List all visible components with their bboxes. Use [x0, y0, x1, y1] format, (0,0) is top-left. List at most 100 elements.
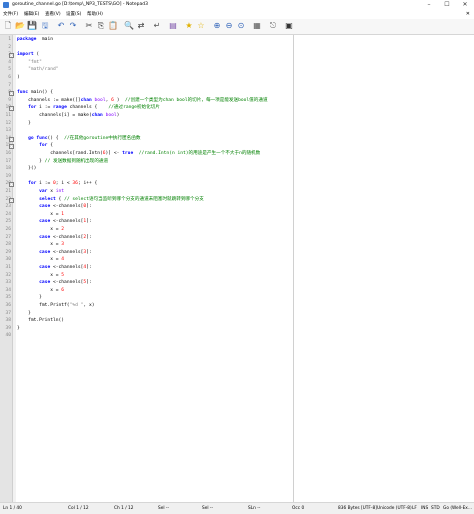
code-line[interactable]: 23 case <-channels[0]: [0, 203, 474, 211]
code-line[interactable]: 38 fmt.Println() [0, 317, 474, 325]
status-eol[interactable]: LF [412, 503, 417, 514]
minimize-button[interactable]: – [420, 0, 438, 10]
fold-toggle-icon[interactable]: □ [9, 91, 14, 97]
code-token: )] <- [105, 151, 123, 156]
code-line[interactable]: 40 [0, 332, 474, 340]
code-line[interactable]: 7 [0, 82, 474, 90]
code-line[interactable]: 28 x = 3 [0, 241, 474, 249]
copy-icon[interactable]: ⎘ [96, 21, 106, 31]
code-line[interactable]: 37 } [0, 310, 474, 318]
fold-toggle-icon[interactable]: □ [9, 53, 14, 59]
code-line[interactable]: 11 channels[i] = make(chan bool) [0, 112, 474, 120]
save-as-icon[interactable]: 🖫 [40, 21, 50, 31]
paste-icon[interactable]: 📋 [108, 21, 118, 31]
line-number: 32 [5, 272, 11, 278]
fold-toggle-icon[interactable]: □ [9, 144, 14, 150]
maximize-button[interactable]: ☐ [438, 0, 456, 10]
find-icon[interactable]: 🔍 [124, 21, 134, 31]
close-document-icon[interactable]: ✕ [466, 10, 470, 19]
favorites-icon[interactable]: ▣ [284, 21, 294, 31]
code-text: case <-channels[0]: [17, 203, 92, 211]
code-line[interactable]: 30 x = 4 [0, 256, 474, 264]
code-line[interactable]: 33 case <-channels[5]: [0, 279, 474, 287]
new-file-icon[interactable]: 🗋 [3, 21, 13, 31]
status-lexer[interactable]: Go (Well-Ex... [443, 503, 472, 514]
fold-toggle-icon[interactable]: □ [9, 182, 14, 188]
code-line[interactable]: 25 case <-channels[1]: [0, 218, 474, 226]
code-token: make [77, 113, 89, 118]
code-token: x = [17, 272, 62, 278]
line-number: 13 [5, 128, 11, 134]
fold-toggle-icon[interactable]: □ [9, 197, 14, 203]
bookmark-clear-icon[interactable]: ☆ [196, 21, 206, 31]
redo-icon[interactable]: ↷ [68, 21, 78, 31]
code-line[interactable]: 15□ for { [0, 142, 474, 150]
code-line[interactable]: 32 x = 5 [0, 272, 474, 280]
code-line[interactable]: 13 [0, 127, 474, 135]
code-line[interactable]: 18 }() [0, 165, 474, 173]
code-token: x = [17, 287, 62, 293]
code-line[interactable]: 3□import ( [0, 51, 474, 59]
status-ins[interactable]: INS [421, 503, 428, 514]
code-line[interactable]: 12 } [0, 120, 474, 128]
title-bar: goroutine_channel.go [D:\temp\_NP3_TESTS… [0, 0, 474, 10]
code-line[interactable]: 10□ for i := range channels { //通过range初… [0, 104, 474, 112]
schema-icon[interactable]: ▤ [168, 21, 178, 31]
code-token: "%d " [69, 303, 84, 308]
customize-schemes-icon[interactable]: ▦ [252, 21, 262, 31]
menu-help[interactable]: 帮助(H) [87, 10, 103, 19]
code-line[interactable]: 34 x = 6 [0, 287, 474, 295]
code-line[interactable]: 1 package main [0, 36, 474, 44]
code-editor[interactable]: 1package main23□import (4 "fmt"5 "math/r… [0, 35, 474, 502]
reset-zoom-icon[interactable]: ⊙ [236, 21, 246, 31]
code-line[interactable]: 16 channels[rand.Intn(6)] <- true //rand… [0, 150, 474, 158]
open-folder-icon[interactable]: 📂 [15, 21, 25, 31]
code-line[interactable]: 39} [0, 325, 474, 333]
close-button[interactable]: ✕ [456, 0, 474, 10]
code-text: func main() { [17, 89, 53, 97]
replace-icon[interactable]: ⇄ [136, 21, 146, 31]
fold-toggle-icon[interactable]: □ [9, 136, 14, 142]
save-icon[interactable]: 💾 [27, 21, 37, 31]
status-encoding[interactable]: Unicode (UTF-8) [377, 503, 412, 514]
menu-edit[interactable]: 编辑(E) [24, 10, 39, 19]
code-line[interactable]: 35 } [0, 294, 474, 302]
bookmark-toggle-icon[interactable]: ★ [184, 21, 194, 31]
fold-toggle-icon[interactable]: □ [9, 106, 14, 112]
code-line[interactable]: 36 fmt.Printf("%d ", x) [0, 302, 474, 310]
code-line[interactable]: 26 x = 2 [0, 226, 474, 234]
code-line[interactable]: 9 channels := make([]chan bool, 6 ) //创建… [0, 97, 474, 105]
code-line[interactable]: 20□ for i := 0; i < 36; i++ { [0, 180, 474, 188]
code-line[interactable]: 27 case <-channels[2]: [0, 234, 474, 242]
code-line[interactable]: 21 var x int [0, 188, 474, 196]
exit-icon[interactable]: ⎋ [268, 21, 278, 31]
code-line[interactable]: 29 case <-channels[3]: [0, 249, 474, 257]
code-line[interactable]: 4 "fmt" [0, 59, 474, 67]
menu-settings[interactable]: 设置(S) [66, 10, 81, 19]
code-line[interactable]: 22□ select { // select语句当监听到哪个分支的通道未阻塞时就… [0, 196, 474, 204]
status-file-size[interactable]: 836 Bytes [UTF-8] [338, 503, 377, 514]
cut-icon[interactable]: ✂ [84, 21, 94, 31]
status-std[interactable]: STD [431, 503, 440, 514]
code-line[interactable]: 5 "math/rand" [0, 66, 474, 74]
code-line[interactable]: 6) [0, 74, 474, 82]
code-line[interactable]: 8□func main() { [0, 89, 474, 97]
code-text: x = 3 [17, 241, 64, 249]
code-line[interactable]: 31 case <-channels[4]: [0, 264, 474, 272]
zoom-out-icon[interactable]: ⊖ [224, 21, 234, 31]
code-line[interactable]: 19 [0, 173, 474, 181]
undo-icon[interactable]: ↶ [56, 21, 66, 31]
menu-file[interactable]: 文件(F) [3, 10, 18, 19]
code-text: } [17, 120, 31, 128]
code-line[interactable]: 24 x = 1 [0, 211, 474, 219]
code-line[interactable]: 14□ go func() { //在其他goroutine中执行匿名函数 [0, 135, 474, 143]
word-wrap-icon[interactable]: ↵ [152, 21, 162, 31]
code-line[interactable]: 2 [0, 44, 474, 52]
line-number: 7 [8, 82, 11, 88]
code-line[interactable]: 17 } // 发送数据到随机出现的通道 [0, 158, 474, 166]
menu-view[interactable]: 查看(V) [45, 10, 61, 19]
zoom-in-icon[interactable]: ⊕ [212, 21, 222, 31]
code-text: "fmt" [17, 59, 42, 67]
